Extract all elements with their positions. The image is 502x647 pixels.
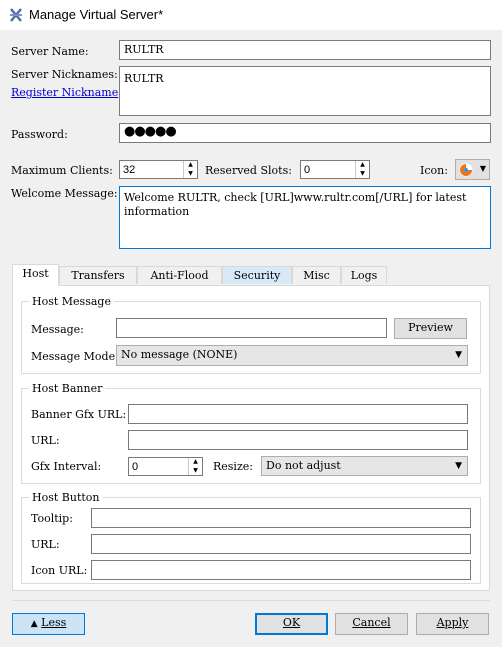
maximum-clients-label: Maximum Clients: <box>11 164 113 177</box>
dropdown-arrow-icon: ▼ <box>455 350 462 360</box>
password-input[interactable]: ●●●●● <box>119 123 491 143</box>
less-button-label: Less <box>41 616 67 629</box>
register-nickname-link[interactable]: Register Nickname <box>11 86 118 99</box>
welcome-message-label: Welcome Message: <box>11 187 118 200</box>
cancel-button-label: Cancel <box>352 616 391 629</box>
gfx-interval-label: Gfx Interval: <box>31 460 102 473</box>
icon-url-input[interactable] <box>91 560 471 580</box>
tab-security[interactable]: Security <box>222 266 292 284</box>
footer-separator <box>12 600 490 601</box>
tab-host[interactable]: Host <box>12 264 59 286</box>
tooltip-label: Tooltip: <box>31 512 73 525</box>
maximum-clients-value: 32 <box>123 164 136 176</box>
message-label: Message: <box>31 323 84 336</box>
maximum-clients-spinner[interactable]: 32 ▲ ▼ <box>119 160 198 179</box>
banner-url-input[interactable] <box>128 430 468 450</box>
icon-label: Icon: <box>420 164 448 177</box>
preview-button[interactable]: Preview <box>394 318 467 339</box>
spin-up-icon[interactable]: ▲ <box>356 161 369 170</box>
spin-down-icon[interactable]: ▼ <box>356 170 369 179</box>
spin-down-icon[interactable]: ▼ <box>189 467 202 476</box>
banner-url-label: URL: <box>31 434 60 447</box>
reserved-slots-label: Reserved Slots: <box>205 164 292 177</box>
apply-button[interactable]: Apply <box>416 613 489 635</box>
server-nicknames-label: Server Nicknames: <box>11 68 118 81</box>
host-button-title: Host Button <box>29 491 103 504</box>
server-name-input[interactable]: RULTR <box>119 40 491 60</box>
reserved-slots-value: 0 <box>304 164 311 176</box>
message-input[interactable] <box>116 318 387 338</box>
tab-logs[interactable]: Logs <box>341 266 387 284</box>
message-mode-select[interactable]: No message (NONE) ▼ <box>116 345 468 366</box>
server-logo-icon <box>458 162 474 178</box>
icon-url-label: Icon URL: <box>31 564 88 577</box>
triangle-up-icon: ▲ <box>30 619 38 629</box>
spin-down-icon[interactable]: ▼ <box>184 170 197 179</box>
less-button[interactable]: ▲ Less <box>12 613 85 635</box>
tab-misc[interactable]: Misc <box>292 266 341 284</box>
tab-transfers[interactable]: Transfers <box>59 266 137 284</box>
dropdown-arrow-icon: ▼ <box>479 164 486 173</box>
tooltip-input[interactable] <box>91 508 471 528</box>
gfx-interval-spinner[interactable]: 0 ▲ ▼ <box>128 457 203 476</box>
message-mode-value: No message (NONE) <box>121 348 238 361</box>
password-label: Password: <box>11 128 68 141</box>
host-banner-title: Host Banner <box>29 382 106 395</box>
welcome-message-input[interactable]: Welcome RULTR, check [URL]www.rultr.com[… <box>119 186 491 249</box>
button-url-input[interactable] <box>91 534 471 554</box>
window-title: Manage Virtual Server* <box>29 7 164 22</box>
server-nicknames-input[interactable]: RULTR <box>119 66 491 116</box>
ok-button[interactable]: OK <box>255 613 328 635</box>
reserved-slots-spinner[interactable]: 0 ▲ ▼ <box>300 160 370 179</box>
server-name-label: Server Name: <box>11 45 89 58</box>
resize-label: Resize: <box>213 460 253 473</box>
spin-up-icon[interactable]: ▲ <box>189 458 202 467</box>
apply-button-label: Apply <box>436 616 469 629</box>
button-url-label: URL: <box>31 538 60 551</box>
tab-anti-flood[interactable]: Anti-Flood <box>137 266 222 284</box>
dropdown-arrow-icon: ▼ <box>455 461 462 471</box>
banner-gfx-url-label: Banner Gfx URL: <box>31 408 127 421</box>
resize-select[interactable]: Do not adjust ▼ <box>261 456 468 476</box>
server-app-icon <box>10 8 22 22</box>
banner-gfx-url-input[interactable] <box>128 404 468 424</box>
cancel-button[interactable]: Cancel <box>335 613 408 635</box>
resize-value: Do not adjust <box>266 459 341 472</box>
spin-up-icon[interactable]: ▲ <box>184 161 197 170</box>
gfx-interval-value: 0 <box>132 461 139 473</box>
icon-picker[interactable]: ▼ <box>455 159 490 180</box>
message-mode-label: Message Mode: <box>31 350 119 363</box>
host-message-title: Host Message <box>29 295 114 308</box>
ok-button-label: OK <box>282 616 301 629</box>
